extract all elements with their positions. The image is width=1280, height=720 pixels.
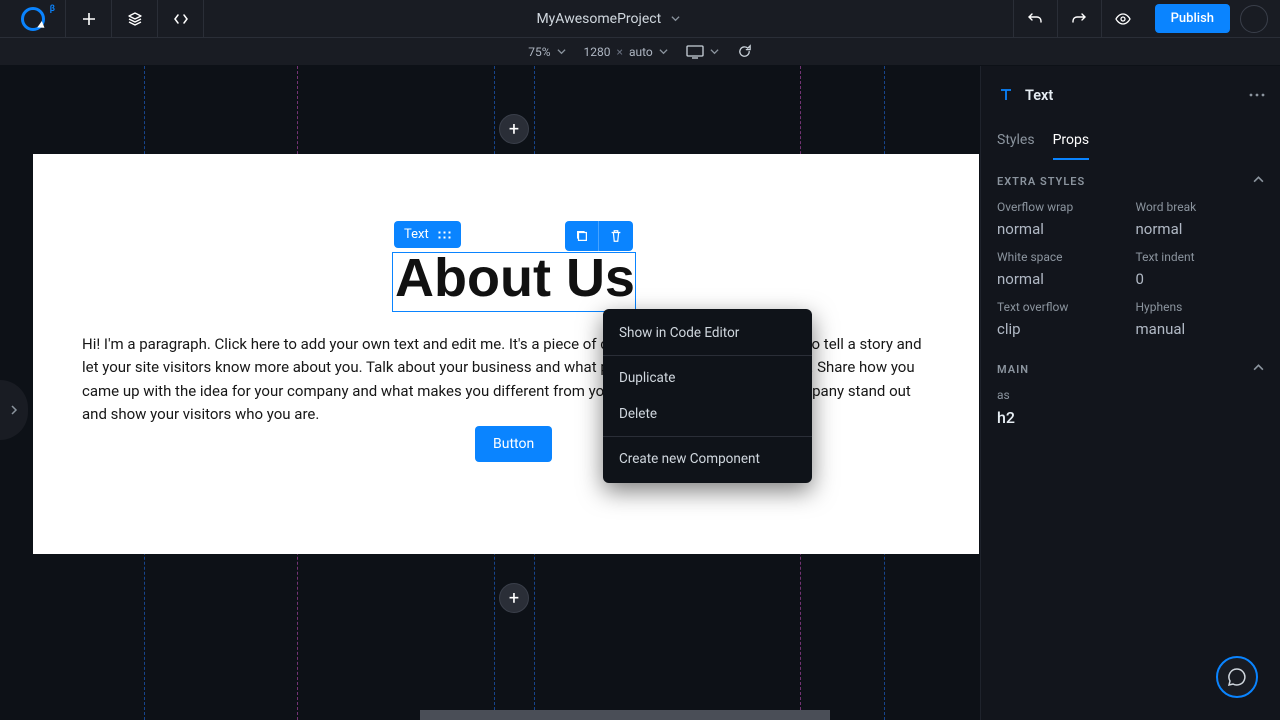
refresh-button[interactable] <box>737 44 752 59</box>
trash-icon <box>609 229 623 243</box>
value: clip <box>997 320 1126 338</box>
heading-element[interactable]: About Us <box>395 247 635 309</box>
project-name: MyAwesomeProject <box>536 11 661 27</box>
field-hyphens[interactable]: Hyphens manual <box>1136 300 1265 338</box>
value: h2 <box>997 408 1264 427</box>
field-text-indent[interactable]: Text indent 0 <box>1136 250 1265 288</box>
expand-left-button[interactable] <box>0 380 28 440</box>
chat-icon <box>1227 667 1247 687</box>
panel-tabs: Styles Props <box>981 124 1280 160</box>
divider <box>603 355 812 356</box>
text-type-icon <box>997 86 1015 104</box>
label: Text overflow <box>997 300 1126 314</box>
ctx-duplicate[interactable]: Duplicate <box>603 360 812 396</box>
times-symbol: × <box>617 45 623 59</box>
label: White space <box>997 250 1126 264</box>
button-element[interactable]: Button <box>475 426 552 462</box>
eye-icon <box>1115 11 1131 27</box>
undo-button[interactable] <box>1013 0 1057 37</box>
logo[interactable]: β <box>0 0 66 37</box>
value: manual <box>1136 320 1265 338</box>
ctx-show-in-code[interactable]: Show in Code Editor <box>603 315 812 351</box>
chevron-down-icon <box>710 47 719 56</box>
viewport-toolbar: 75% 1280 × auto <box>0 38 1280 66</box>
label: Overflow wrap <box>997 200 1126 214</box>
device-selector[interactable] <box>686 45 719 59</box>
more-icon <box>1249 93 1265 97</box>
drag-handle-icon <box>437 230 451 240</box>
undo-icon <box>1027 11 1043 27</box>
height-value: auto <box>629 45 653 59</box>
plus-icon: + <box>509 588 519 609</box>
panel-title: Text <box>1025 87 1053 104</box>
layers-icon <box>127 11 143 27</box>
selection-type: Text <box>404 227 429 242</box>
redo-button[interactable] <box>1057 0 1101 37</box>
ctx-delete[interactable]: Delete <box>603 396 812 432</box>
add-button[interactable] <box>66 0 112 37</box>
add-section-bottom[interactable]: + <box>499 583 529 613</box>
tab-styles[interactable]: Styles <box>997 124 1035 160</box>
label: Text indent <box>1136 250 1265 264</box>
width-value: 1280 <box>584 45 611 59</box>
chevron-down-icon <box>671 14 680 23</box>
code-icon <box>173 11 189 27</box>
field-overflow-wrap[interactable]: Overflow wrap normal <box>997 200 1126 238</box>
top-bar: β MyAwesomeProject Publish <box>0 0 1280 38</box>
tab-props[interactable]: Props <box>1053 124 1090 160</box>
bottom-panel-peek[interactable] <box>420 710 830 720</box>
copy-icon <box>575 229 589 243</box>
canvas-area[interactable]: + Text About Us Hi! I'm a paragraph. Cli… <box>0 66 980 720</box>
redo-icon <box>1071 11 1087 27</box>
layers-button[interactable] <box>112 0 158 37</box>
field-white-space[interactable]: White space normal <box>997 250 1126 288</box>
context-menu: Show in Code Editor Duplicate Delete Cre… <box>603 309 812 483</box>
preview-button[interactable] <box>1101 0 1145 37</box>
label: Hyphens <box>1136 300 1265 314</box>
field-as[interactable]: as h2 <box>981 384 1280 437</box>
ctx-create-component[interactable]: Create new Component <box>603 441 812 477</box>
project-selector[interactable]: MyAwesomeProject <box>204 11 1013 27</box>
code-button[interactable] <box>158 0 204 37</box>
chevron-up-icon <box>1253 362 1264 373</box>
section-main-title: MAIN <box>997 363 1029 376</box>
selection-label[interactable]: Text <box>394 221 461 248</box>
dimensions-control[interactable]: 1280 × auto <box>584 45 668 59</box>
beta-badge: β <box>50 4 55 14</box>
logo-icon <box>21 7 45 31</box>
refresh-icon <box>737 44 752 59</box>
field-text-overflow[interactable]: Text overflow clip <box>997 300 1126 338</box>
plus-icon: + <box>509 119 519 140</box>
publish-button[interactable]: Publish <box>1155 4 1230 33</box>
divider <box>603 436 812 437</box>
desktop-icon <box>686 45 704 59</box>
chevron-down-icon <box>659 47 668 56</box>
plus-icon <box>81 11 97 27</box>
section-extra-styles-title: EXTRA STYLES <box>997 175 1085 188</box>
workspace: + Text About Us Hi! I'm a paragraph. Cli… <box>0 66 1280 720</box>
value: normal <box>997 220 1126 238</box>
zoom-control[interactable]: 75% <box>528 45 565 59</box>
chevron-down-icon <box>557 47 566 56</box>
label: Word break <box>1136 200 1265 214</box>
value: normal <box>1136 220 1265 238</box>
chevron-up-icon <box>1253 174 1264 185</box>
add-section-top[interactable]: + <box>499 114 529 144</box>
value: 0 <box>1136 270 1265 288</box>
zoom-value: 75% <box>528 45 550 59</box>
label: as <box>997 388 1264 402</box>
field-word-break[interactable]: Word break normal <box>1136 200 1265 238</box>
chevron-right-icon <box>9 405 19 415</box>
collapse-extra-styles[interactable] <box>1253 174 1264 188</box>
help-button[interactable] <box>1216 656 1258 698</box>
panel-more-button[interactable] <box>1246 84 1268 106</box>
value: normal <box>997 270 1126 288</box>
collapse-main[interactable] <box>1253 362 1264 376</box>
properties-panel: Text Styles Props EXTRA STYLES Overflow … <box>980 66 1280 720</box>
user-avatar[interactable] <box>1240 5 1268 33</box>
